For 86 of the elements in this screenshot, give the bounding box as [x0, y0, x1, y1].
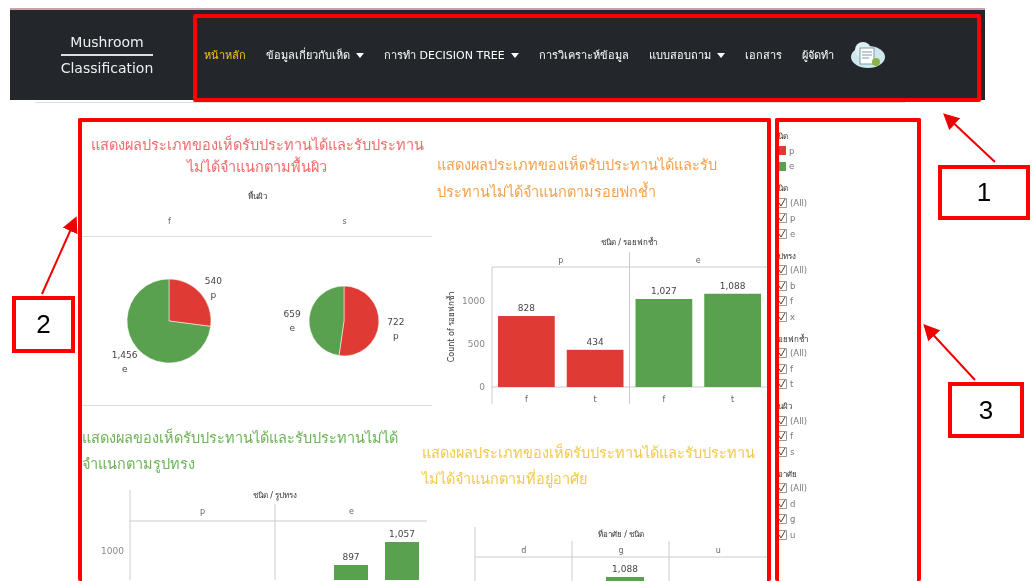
- callout-number: 1: [938, 165, 1030, 220]
- filter-title: ปทรง: [778, 250, 797, 263]
- nav-link[interactable]: ข้อมูลเกี่ยวกับเห็ด: [266, 46, 364, 64]
- filter-title: อยฟกช้ำ: [778, 333, 809, 346]
- filter-option[interactable]: (All): [790, 415, 808, 426]
- legend-label: e: [789, 161, 795, 172]
- category-label: t: [593, 395, 597, 404]
- checkbox[interactable]: [778, 415, 787, 426]
- checkbox[interactable]: [778, 379, 787, 390]
- filter-option[interactable]: e: [790, 228, 796, 239]
- nav-link[interactable]: เอกสาร: [744, 46, 782, 64]
- filter-option[interactable]: (All): [790, 348, 808, 359]
- filter-option[interactable]: p: [790, 213, 796, 224]
- checkbox[interactable]: [778, 311, 787, 322]
- checkbox[interactable]: [778, 265, 787, 276]
- checkbox[interactable]: [778, 498, 787, 509]
- callout-number: 3: [948, 382, 1024, 438]
- chart-title: แสดงผลประเภทของเห็ดรับประทานได้และรับประทานไม่ได้จำแนกตามพื้นผิว: [89, 134, 425, 177]
- slice-value: 659: [283, 309, 301, 320]
- callout-number: 2: [12, 296, 75, 353]
- slice-value: 1,456: [111, 349, 138, 360]
- filter-option[interactable]: t: [790, 379, 794, 390]
- checkbox[interactable]: [778, 514, 787, 525]
- category-label: t: [731, 395, 735, 404]
- slice-value: 540: [204, 276, 222, 287]
- axis-tick: 1000: [462, 296, 485, 307]
- checkbox[interactable]: [778, 228, 787, 239]
- checkbox[interactable]: [778, 363, 787, 374]
- filter-title: อาศัย: [778, 468, 798, 481]
- filter-option[interactable]: f: [790, 296, 793, 307]
- facet-label: e: [695, 256, 701, 265]
- axis-tick: 500: [467, 339, 485, 350]
- filter-option[interactable]: g: [790, 514, 796, 525]
- category-label: f: [524, 395, 528, 404]
- facet-label: f: [167, 217, 172, 226]
- nav-link[interactable]: แบบสอบถาม: [648, 46, 725, 64]
- checkbox[interactable]: [778, 213, 787, 224]
- filter-option[interactable]: x: [790, 311, 796, 322]
- brand-title[interactable]: Mushroom: [61, 34, 153, 56]
- checkbox[interactable]: [778, 197, 787, 208]
- arrow: [943, 113, 996, 163]
- filter-option[interactable]: f: [790, 431, 793, 442]
- filter-option[interactable]: u: [790, 529, 796, 540]
- checkbox[interactable]: [778, 280, 787, 291]
- checkbox[interactable]: [778, 296, 787, 307]
- facet-header: พื้นผิว: [246, 190, 268, 203]
- facet-label: p: [558, 256, 564, 265]
- facet-label: s: [341, 217, 348, 226]
- slice-label: e: [121, 363, 128, 374]
- cloud-document-icon[interactable]: [849, 40, 886, 70]
- checkbox[interactable]: [778, 348, 787, 359]
- checkbox[interactable]: [778, 446, 787, 457]
- brand-subtitle[interactable]: Classification: [60, 56, 154, 76]
- chart-title: แสดงผลประเภทของเห็ดรับประทานได้และรับประทานไม่ได้จำแนกตามรอยฟกช้ำ: [437, 154, 718, 202]
- legend-label: p: [789, 145, 795, 156]
- arrow: [923, 324, 976, 381]
- filter-title: นิด: [778, 183, 789, 195]
- slice-value: 722: [387, 316, 405, 327]
- bar-value: 1,088: [719, 280, 746, 291]
- nav-link[interactable]: การทำ DECISION TREE: [384, 46, 519, 64]
- filter-option[interactable]: s: [790, 446, 795, 457]
- bar-value: 434: [586, 336, 604, 347]
- nav-link[interactable]: ผู้จัดทำ: [801, 46, 834, 64]
- category-label: f: [662, 395, 666, 404]
- slice-label: p: [392, 330, 399, 341]
- slice-label: p: [210, 290, 217, 301]
- filter-option[interactable]: d: [790, 498, 796, 509]
- filter-option[interactable]: f: [790, 363, 793, 374]
- filter-option[interactable]: b: [790, 280, 796, 291]
- checkbox[interactable]: [778, 431, 787, 442]
- nav-link[interactable]: หน้าหลัก: [204, 46, 246, 64]
- bar-value: 1,027: [651, 285, 677, 296]
- slice-label: e: [289, 323, 295, 334]
- bar-value: 828: [517, 303, 535, 314]
- filter-option[interactable]: (All): [790, 483, 808, 494]
- filter-option[interactable]: (All): [790, 197, 808, 208]
- checkbox[interactable]: [778, 483, 787, 494]
- chart-title: แสดงผลของเห็ดรับประทานได้และรับประทานไม่ได้จำแนกตามรูปทรง: [82, 427, 399, 475]
- legend-title: นิด: [778, 131, 789, 143]
- filter-title: นผิว: [778, 401, 793, 413]
- checkbox[interactable]: [778, 529, 787, 540]
- facet-header: ชนิด / รอยฟกช้ำ: [600, 238, 658, 247]
- filter-option[interactable]: (All): [790, 265, 808, 276]
- nav-link[interactable]: การวิเคราะห์ข้อมูล: [538, 46, 629, 64]
- axis-tick: 0: [479, 382, 485, 392]
- axis-title: Count of รอยฟกช้ำ: [447, 291, 456, 363]
